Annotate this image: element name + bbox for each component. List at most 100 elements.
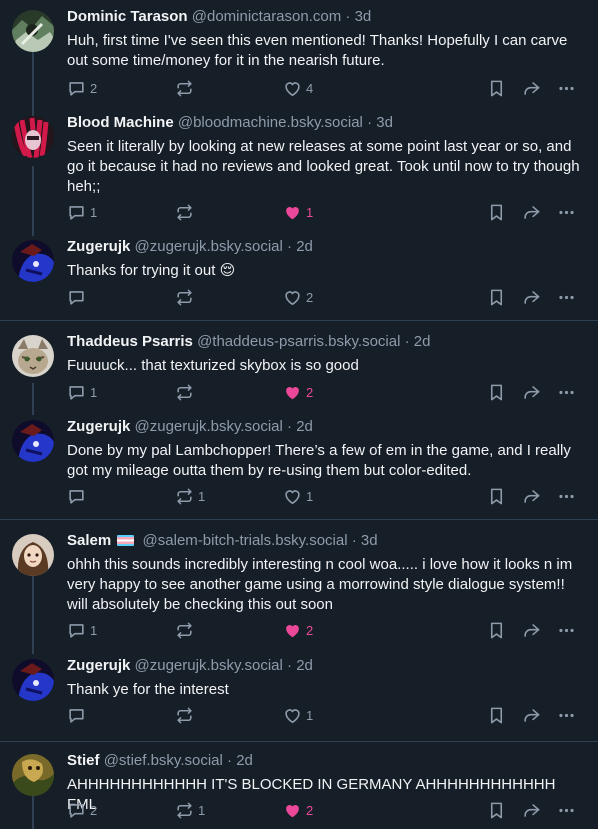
post-time[interactable]: 2d [414, 333, 431, 350]
post[interactable]: Salem @salem-bitch-trials.bsky.social · … [0, 524, 598, 649]
reply-button[interactable]: 1 [67, 202, 97, 222]
post-time[interactable]: 2d [296, 418, 313, 435]
avatar[interactable] [12, 534, 54, 576]
like-button[interactable]: 2 [283, 287, 313, 307]
more-options-button[interactable] [557, 800, 576, 820]
author-handle[interactable]: @thaddeus-psarris.bsky.social [197, 333, 400, 350]
post-time[interactable]: 2d [296, 238, 313, 255]
repost-button[interactable] [175, 78, 194, 98]
share-button[interactable] [522, 620, 541, 640]
share-button[interactable] [522, 287, 541, 307]
bookmark-button[interactable] [487, 800, 506, 820]
more-options-button[interactable] [557, 382, 576, 402]
post[interactable]: Zugerujk @zugerujk.bsky.social · 2d Done… [0, 410, 598, 519]
author-handle[interactable]: @zugerujk.bsky.social [135, 238, 283, 255]
share-button[interactable] [522, 800, 541, 820]
post[interactable]: Stief @stief.bsky.social · 2d AHHHHHHHHH… [0, 744, 598, 829]
repost-button[interactable] [175, 620, 194, 640]
author-name[interactable]: Blood Machine [67, 114, 174, 131]
more-options-button[interactable] [557, 620, 576, 640]
author-name[interactable]: Thaddeus Psarris [67, 333, 193, 350]
repost-button[interactable] [175, 202, 194, 222]
post-time[interactable]: 3d [355, 8, 372, 25]
post[interactable]: Thaddeus Psarris @thaddeus-psarris.bsky.… [0, 325, 598, 420]
avatar[interactable] [12, 240, 54, 282]
more-options-button[interactable] [557, 486, 576, 506]
bookmark-button[interactable] [487, 620, 506, 640]
like-count: 1 [306, 204, 314, 220]
bookmark-button[interactable] [487, 78, 506, 98]
post[interactable]: Blood Machine @bloodmachine.bsky.social … [0, 106, 598, 231]
avatar[interactable] [12, 420, 54, 462]
repost-arrows-icon [175, 621, 194, 640]
author-name[interactable]: Stief [67, 752, 100, 769]
post[interactable]: Zugerujk @zugerujk.bsky.social · 2d Than… [0, 230, 598, 320]
more-options-button[interactable] [557, 78, 576, 98]
avatar[interactable] [12, 754, 54, 796]
repost-button[interactable]: 1 [175, 486, 205, 506]
reply-button[interactable] [67, 486, 86, 506]
post-time[interactable]: 2d [236, 752, 253, 769]
post-time[interactable]: 3d [376, 114, 393, 131]
action-bar: 11 [67, 486, 587, 506]
avatar[interactable] [12, 659, 54, 701]
repost-button[interactable] [175, 705, 194, 725]
bookmark-button[interactable] [487, 382, 506, 402]
author-name[interactable]: Zugerujk [67, 238, 130, 255]
like-count: 4 [306, 80, 314, 96]
post-header: Zugerujk @zugerujk.bsky.social · 2d [67, 237, 586, 257]
author-name[interactable]: Salem [67, 532, 111, 549]
more-options-button[interactable] [557, 202, 576, 222]
repost-arrows-icon [175, 801, 194, 820]
reply-button[interactable]: 1 [67, 382, 97, 402]
bookmark-button[interactable] [487, 287, 506, 307]
avatar[interactable] [12, 116, 54, 158]
more-options-button[interactable] [557, 287, 576, 307]
author-handle[interactable]: @zugerujk.bsky.social [135, 657, 283, 674]
share-button[interactable] [522, 78, 541, 98]
reply-button[interactable] [67, 705, 86, 725]
avatar[interactable] [12, 335, 54, 377]
post[interactable]: Dominic Tarason @dominictarason.com · 3d… [0, 0, 598, 110]
post[interactable]: Zugerujk @zugerujk.bsky.social · 2d Than… [0, 649, 598, 741]
bookmark-button[interactable] [487, 202, 506, 222]
post-time[interactable]: 2d [296, 657, 313, 674]
like-button[interactable]: 2 [283, 800, 313, 820]
post-time[interactable]: 3d [361, 532, 378, 549]
author-name[interactable]: Zugerujk [67, 657, 130, 674]
reply-count: 2 [90, 802, 98, 818]
author-handle[interactable]: @bloodmachine.bsky.social [178, 114, 363, 131]
reply-button[interactable] [67, 287, 86, 307]
reply-button[interactable]: 2 [67, 800, 97, 820]
action-bar: 12 [67, 620, 587, 640]
action-bar: 12 [67, 382, 587, 402]
like-button[interactable]: 2 [283, 382, 313, 402]
share-button[interactable] [522, 486, 541, 506]
more-options-button[interactable] [557, 705, 576, 725]
bookmark-button[interactable] [487, 486, 506, 506]
dot-separator: · [345, 8, 351, 25]
bookmark-button[interactable] [487, 705, 506, 725]
repost-button[interactable] [175, 287, 194, 307]
reply-button[interactable]: 2 [67, 78, 97, 98]
bookmark-icon [487, 383, 506, 402]
like-button[interactable]: 1 [283, 486, 313, 506]
author-handle[interactable]: @stief.bsky.social [104, 752, 223, 769]
share-button[interactable] [522, 202, 541, 222]
author-name[interactable]: Dominic Tarason [67, 8, 188, 25]
like-button[interactable]: 2 [283, 620, 313, 640]
share-button[interactable] [522, 382, 541, 402]
author-name[interactable]: Zugerujk [67, 418, 130, 435]
like-button[interactable]: 1 [283, 705, 313, 725]
author-handle[interactable]: @dominictarason.com [192, 8, 341, 25]
author-handle[interactable]: @zugerujk.bsky.social [135, 418, 283, 435]
share-button[interactable] [522, 705, 541, 725]
repost-button[interactable]: 1 [175, 800, 205, 820]
author-handle[interactable]: @salem-bitch-trials.bsky.social [143, 532, 348, 549]
separator [0, 320, 598, 321]
like-button[interactable]: 1 [283, 202, 313, 222]
avatar[interactable] [12, 10, 54, 52]
reply-button[interactable]: 1 [67, 620, 97, 640]
repost-button[interactable] [175, 382, 194, 402]
like-button[interactable]: 4 [283, 78, 313, 98]
